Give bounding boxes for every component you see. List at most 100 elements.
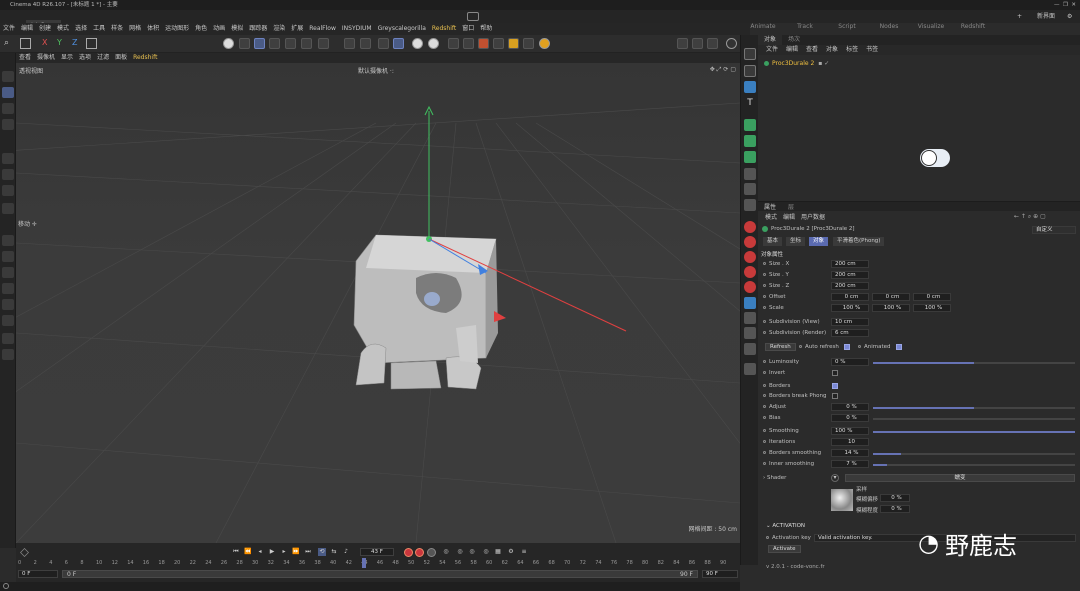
redshift-ipr-icon[interactable]	[463, 38, 474, 49]
redshift-object-icon-3[interactable]	[744, 251, 756, 263]
borders-phong-checkbox[interactable]	[832, 393, 838, 399]
keyframe-selection-icon[interactable]	[427, 548, 436, 557]
symmetry-icon[interactable]	[360, 38, 371, 49]
texture-mode-icon[interactable]	[301, 38, 312, 49]
size-z-field[interactable]: 200 cm	[831, 282, 869, 290]
refresh-button[interactable]: Refresh	[765, 343, 796, 351]
weld-tool-icon[interactable]	[2, 267, 14, 278]
axis-z-lock[interactable]: Z	[72, 38, 77, 47]
borders-smoothing-field[interactable]: 14 %	[831, 449, 869, 457]
attrmenu-mode[interactable]: 模式	[762, 212, 780, 221]
spline-pen-icon[interactable]	[2, 333, 14, 344]
attrmenu-user-data[interactable]: 用户数据	[798, 212, 828, 221]
record-icon[interactable]	[404, 548, 413, 557]
key-param-icon[interactable]: ◎	[482, 548, 490, 556]
objmenu-view[interactable]: 查看	[802, 45, 822, 55]
layout-track[interactable]: Track	[784, 20, 826, 33]
timeline-ruler[interactable]: 0 2 4 6 8 10 12 14 16 18 20 22 24 26 28 …	[18, 560, 740, 568]
tab-objects[interactable]: 对象	[758, 35, 783, 45]
activate-button[interactable]: Activate	[768, 545, 801, 553]
polygons-mode-icon[interactable]	[254, 38, 265, 49]
invert-checkbox[interactable]	[832, 370, 838, 376]
subdiv-view-field[interactable]: 10 cm	[831, 318, 869, 326]
redshift-bake-icon[interactable]	[508, 38, 519, 49]
redshift-light-icon[interactable]	[478, 38, 489, 49]
loop-cut-icon[interactable]	[2, 235, 14, 246]
add-layout-button[interactable]: +	[1014, 10, 1025, 23]
render-settings-icon[interactable]	[707, 38, 718, 49]
loop-icon[interactable]: ⟲	[318, 548, 326, 556]
menu-spline[interactable]: 样条	[108, 23, 126, 35]
axis-y-lock[interactable]: Y	[57, 38, 62, 47]
viewport-menu-display[interactable]: 显示	[58, 53, 76, 63]
inner-smoothing-field[interactable]: 7 %	[831, 460, 869, 468]
environment-icon[interactable]	[744, 343, 756, 355]
key-scale-icon[interactable]: ◎	[468, 548, 476, 556]
start-frame-field[interactable]: 0 F	[18, 570, 58, 578]
redshift-object-icon-5[interactable]	[744, 281, 756, 293]
viewport-menu-filter[interactable]: 过滤	[94, 53, 112, 63]
menu-volume[interactable]: 体积	[144, 23, 162, 35]
magnet-tool-icon[interactable]	[2, 299, 14, 310]
quantize-icon[interactable]	[428, 38, 439, 49]
shader-preview[interactable]	[831, 489, 853, 511]
viewport-menu-camera[interactable]: 摄像机	[34, 53, 58, 63]
key-rotation-icon[interactable]: ◎	[456, 548, 464, 556]
goto-end-icon[interactable]: ⏭	[304, 548, 312, 556]
goto-start-icon[interactable]: ⏮	[232, 548, 240, 556]
visibility-dots-icon[interactable]: ▪ ✓	[818, 60, 829, 67]
subtab-object[interactable]: 对象	[809, 237, 829, 246]
next-key-icon[interactable]: ⏩	[292, 548, 300, 556]
bias-field[interactable]: 0 %	[831, 414, 869, 422]
prev-key-icon[interactable]: ⏪	[244, 548, 252, 556]
proc3durale-object[interactable]	[353, 234, 498, 390]
scale-tool-icon[interactable]	[2, 119, 14, 130]
menu-window[interactable]: 窗口	[459, 23, 477, 35]
borders-checkbox[interactable]	[832, 383, 838, 389]
slide-tool-icon[interactable]	[2, 283, 14, 294]
bias-slider-track[interactable]	[873, 418, 1075, 420]
menu-edit[interactable]: 编辑	[18, 23, 36, 35]
preview-range-bar[interactable]: 0 F 90 F	[62, 570, 698, 578]
subdiv-render-field[interactable]: 6 cm	[831, 329, 869, 337]
menu-select[interactable]: 选择	[72, 23, 90, 35]
menu-realflow[interactable]: RealFlow	[306, 23, 339, 35]
light-object-icon[interactable]	[744, 327, 756, 339]
menu-file[interactable]: 文件	[0, 23, 18, 35]
bridge-tool-icon[interactable]	[2, 251, 14, 262]
viewport-menu-panel[interactable]: 面板	[112, 53, 130, 63]
play-icon[interactable]: ▶	[268, 548, 276, 556]
key-pla-icon[interactable]: ▦	[494, 548, 502, 556]
search-icon[interactable]: ⌕	[4, 38, 9, 48]
redshift-object-icon-1[interactable]	[744, 221, 756, 233]
menu-help[interactable]: 帮助	[477, 23, 495, 35]
size-y-field[interactable]: 200 cm	[831, 271, 869, 279]
snap-settings-icon[interactable]	[412, 38, 423, 49]
menu-character[interactable]: 角色	[192, 23, 210, 35]
snap-grid-icon[interactable]	[378, 38, 389, 49]
render-view-icon[interactable]	[677, 38, 688, 49]
menu-insydium[interactable]: INSYDIUM	[339, 23, 375, 35]
bevel-tool-icon[interactable]	[2, 203, 14, 214]
move-tool-icon[interactable]	[2, 87, 14, 98]
subtab-coordinates[interactable]: 坐标	[786, 237, 806, 246]
live-selection-icon[interactable]	[2, 71, 14, 82]
key-position-icon[interactable]: ◎	[442, 548, 450, 556]
menu-extensions[interactable]: 扩展	[288, 23, 306, 35]
spline-sketch-icon[interactable]	[2, 349, 14, 360]
borders-smoothing-slider-track[interactable]	[873, 453, 1075, 455]
current-frame-field[interactable]: 43 F	[360, 548, 394, 556]
render-picture-viewer-icon[interactable]	[692, 38, 703, 49]
iterations-field[interactable]: 10	[831, 438, 869, 446]
objmenu-tags[interactable]: 标签	[842, 45, 862, 55]
deformer-icon[interactable]	[744, 168, 756, 180]
layout-redshift[interactable]: Redshift	[952, 20, 994, 33]
size-x-field[interactable]: 200 cm	[831, 260, 869, 268]
layout-home-icon[interactable]	[467, 12, 479, 21]
attr-nav-icons[interactable]: ← ↑ ⌕ ⊕ ▢	[1014, 213, 1046, 221]
objmenu-edit[interactable]: 编辑	[782, 45, 802, 55]
coordinate-system-icon[interactable]	[86, 38, 97, 49]
redshift-object-icon-4[interactable]	[744, 266, 756, 278]
scale-z-field[interactable]: 100 %	[913, 304, 951, 312]
mograph-effector-icon[interactable]	[744, 151, 756, 163]
